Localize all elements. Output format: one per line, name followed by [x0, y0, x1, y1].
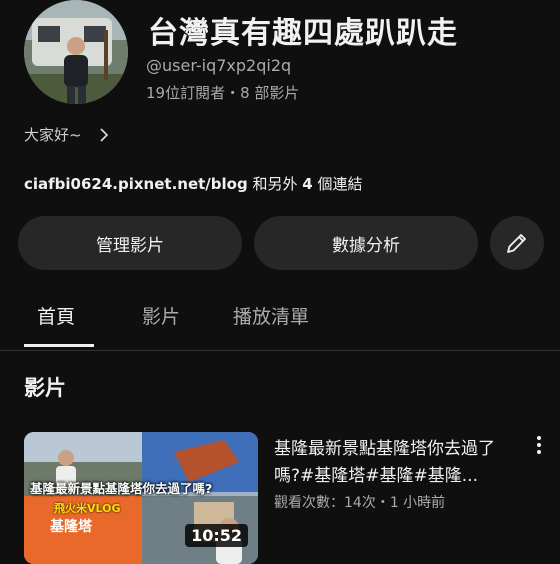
chevron-right-icon: [100, 127, 108, 142]
channel-links[interactable]: ciafbi0624.pixnet.net/blog 和另外 4 個連結: [24, 173, 362, 194]
links-suffix: 個連結: [312, 175, 363, 193]
channel-stats: 19位訂閱者・8 部影片: [146, 84, 300, 102]
tabs-divider: [0, 350, 560, 351]
more-vert-icon: [537, 436, 541, 454]
channel-name: 台灣真有趣四處趴趴走: [148, 16, 458, 51]
more-options-button[interactable]: [530, 434, 548, 458]
video-title[interactable]: 基隆最新景點基隆塔你去過了嗎?#基隆塔#基隆#基隆...: [274, 436, 514, 490]
analytics-button[interactable]: 數據分析: [254, 216, 478, 270]
tab-playlists[interactable]: 播放清單: [233, 302, 309, 329]
pencil-icon: [507, 234, 526, 253]
links-more-text: 和另外: [247, 175, 303, 193]
channel-description-row[interactable]: 大家好~: [24, 124, 112, 145]
video-thumbnail[interactable]: 基隆最新景點基隆塔你去過了嗎? 飛火米VLOG 基隆塔 10:52: [24, 432, 258, 564]
thumbnail-brand: 飛火米VLOG: [54, 502, 121, 515]
manage-videos-button[interactable]: 管理影片: [18, 216, 242, 270]
channel-tabs: 首頁 影片 播放清單: [0, 296, 560, 348]
active-tab-indicator: [24, 344, 94, 347]
thumbnail-sign: 基隆塔: [50, 519, 92, 535]
links-count: 4: [302, 175, 313, 193]
channel-description: 大家好~: [24, 126, 82, 144]
video-duration-badge: 10:52: [185, 524, 248, 547]
thumbnail-caption: 基隆最新景點基隆塔你去過了嗎?: [30, 481, 213, 496]
channel-handle: @user-iq7xp2qi2q: [146, 56, 292, 75]
tab-home[interactable]: 首頁: [37, 302, 75, 329]
analytics-label: 數據分析: [332, 235, 400, 256]
video-meta: 觀看次數：14次・1 小時前: [274, 495, 446, 511]
manage-videos-label: 管理影片: [96, 235, 164, 256]
section-title: 影片: [24, 376, 66, 400]
tab-videos[interactable]: 影片: [142, 302, 180, 329]
channel-avatar[interactable]: [24, 0, 128, 104]
edit-channel-button[interactable]: [490, 216, 544, 270]
channel-link-url[interactable]: ciafbi0624.pixnet.net/blog: [24, 175, 248, 193]
